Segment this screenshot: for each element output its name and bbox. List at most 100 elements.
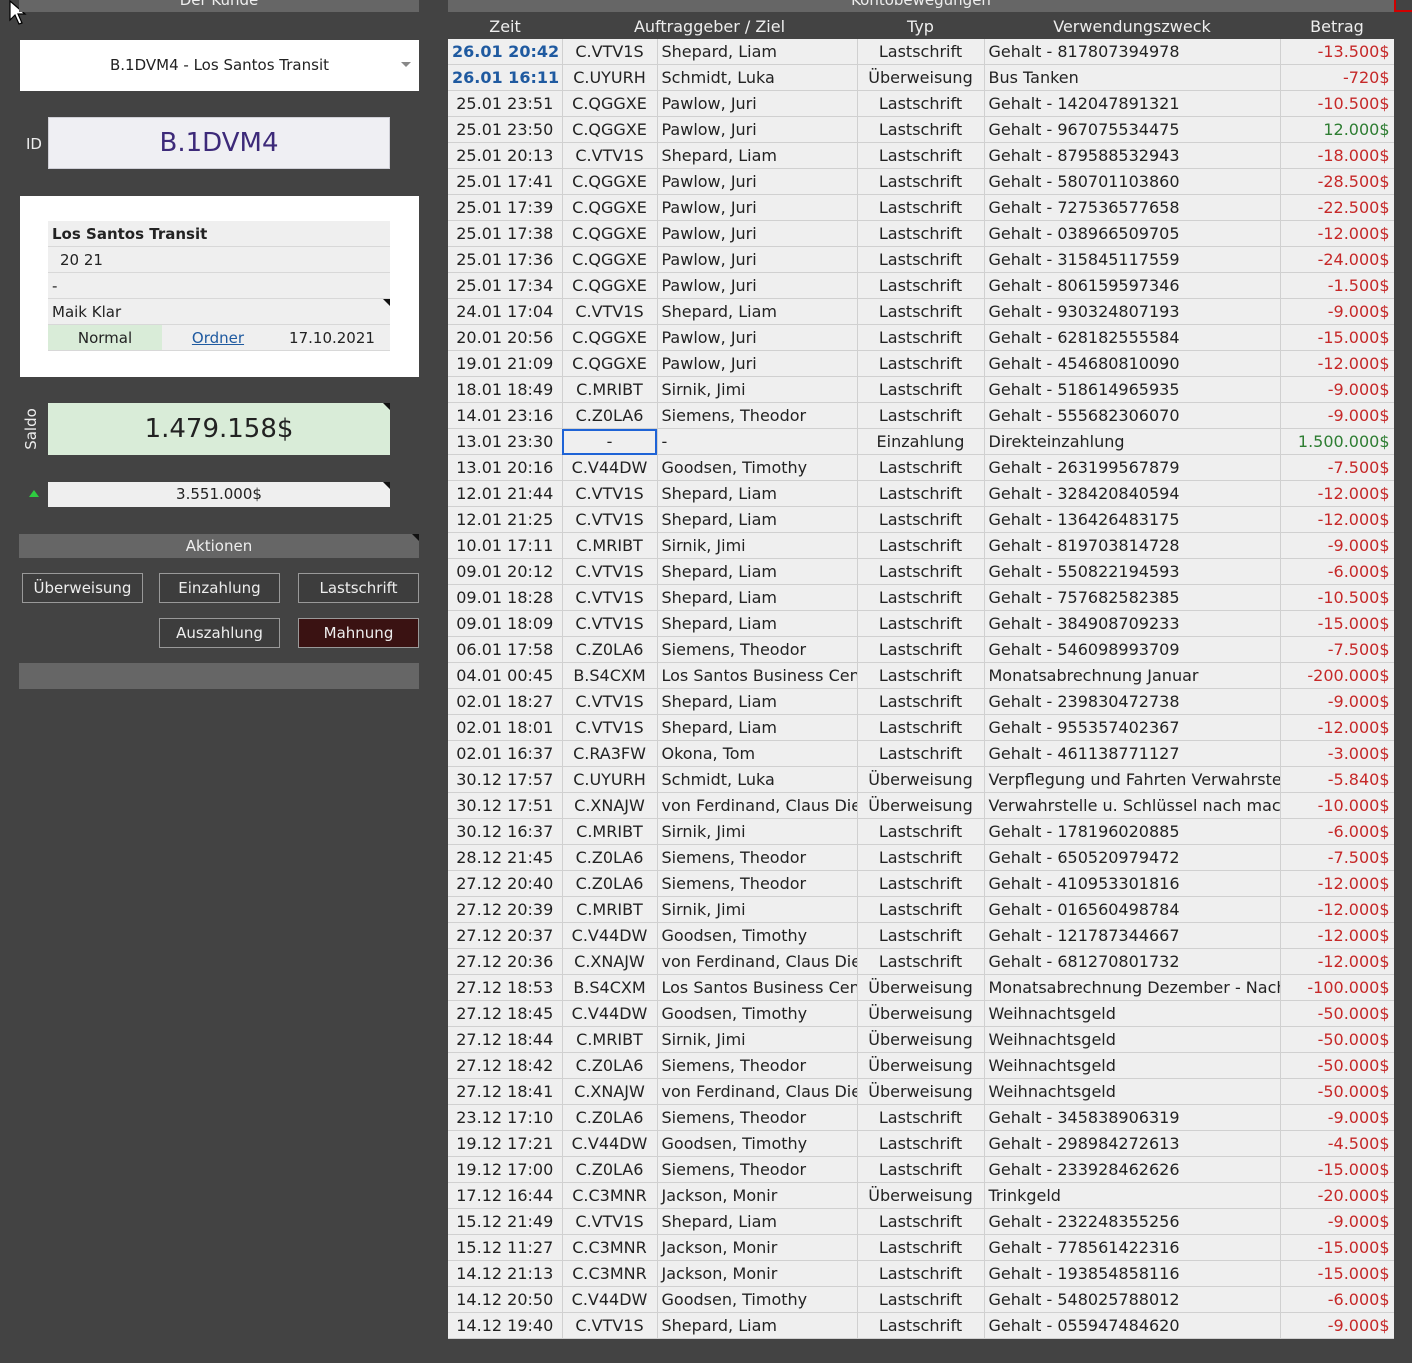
cell-account[interactable]: - xyxy=(562,428,658,455)
cell-account[interactable]: C.VTV1S xyxy=(562,610,658,637)
cell-purpose[interactable]: Gehalt - 193854858116 xyxy=(984,1260,1281,1287)
cell-account[interactable]: C.Z0LA6 xyxy=(562,402,658,429)
cell-amount[interactable]: -9.000$ xyxy=(1280,688,1394,715)
cell-time[interactable]: 30.12 17:57 xyxy=(448,766,563,793)
table-row[interactable]: 02.01 16:37 C.RA3FW Okona, Tom Lastschrift G… xyxy=(448,740,1394,767)
cell-time[interactable]: 14.12 21:13 xyxy=(448,1260,563,1287)
cell-name[interactable]: Goodsen, Timothy xyxy=(657,922,858,949)
cell-account[interactable]: C.VTV1S xyxy=(562,1208,658,1235)
cell-purpose[interactable]: Verpflegung und Fahrten Verwahrstelle xyxy=(984,766,1281,793)
cell-type[interactable]: Lastschrift xyxy=(857,1104,985,1131)
cell-purpose[interactable]: Gehalt - 650520979472 xyxy=(984,844,1281,871)
cell-amount[interactable]: -50.000$ xyxy=(1280,1078,1394,1105)
cell-type[interactable]: Lastschrift xyxy=(857,39,985,65)
cell-account[interactable]: C.QGGXE xyxy=(562,350,658,377)
cell-purpose[interactable]: Gehalt - 298984272613 xyxy=(984,1130,1281,1157)
table-row[interactable]: 27.12 18:45 C.V44DW Goodsen, Timothy Überwe… xyxy=(448,1000,1394,1027)
cell-time[interactable]: 09.01 18:09 xyxy=(448,610,563,637)
cell-purpose[interactable]: Gehalt - 384908709233 xyxy=(984,610,1281,637)
cell-amount[interactable]: -7.500$ xyxy=(1280,844,1394,871)
cell-type[interactable]: Lastschrift xyxy=(857,350,985,377)
table-row[interactable]: 04.01 00:45 B.S4CXM Los Santos Business Ce… xyxy=(448,662,1394,689)
cell-amount[interactable]: -24.000$ xyxy=(1280,246,1394,273)
cell-name[interactable]: Schmidt, Luka xyxy=(657,64,858,91)
cell-purpose[interactable]: Verwahrstelle u. Schlüssel nach macher xyxy=(984,792,1281,819)
cell-name[interactable]: von Ferdinand, Claus Diete xyxy=(657,1078,858,1105)
cell-name[interactable]: Pawlow, Juri xyxy=(657,116,858,143)
cell-name[interactable]: Pawlow, Juri xyxy=(657,168,858,195)
cell-name[interactable]: Okona, Tom xyxy=(657,740,858,767)
einzahlung-button[interactable]: Einzahlung xyxy=(159,573,280,603)
cell-purpose[interactable]: Gehalt - 757682582385 xyxy=(984,584,1281,611)
cell-account[interactable]: C.C3MNR xyxy=(562,1182,658,1209)
cell-time[interactable]: 25.01 17:38 xyxy=(448,220,563,247)
cell-name[interactable]: Shepard, Liam xyxy=(657,298,858,325)
cell-account[interactable]: C.XNAJW xyxy=(562,948,658,975)
cell-account[interactable]: C.QGGXE xyxy=(562,168,658,195)
cell-purpose[interactable]: Gehalt - 016560498784 xyxy=(984,896,1281,923)
table-row[interactable]: 25.01 17:39 C.QGGXE Pawlow, Juri Lastschrif… xyxy=(448,194,1394,221)
cell-time[interactable]: 27.12 18:53 xyxy=(448,974,563,1001)
cell-time[interactable]: 28.12 21:45 xyxy=(448,844,563,871)
table-row[interactable]: 14.12 21:13 C.C3MNR Jackson, Monir Lastschr… xyxy=(448,1260,1394,1287)
cell-type[interactable]: Lastschrift xyxy=(857,870,985,897)
table-row[interactable]: 09.01 20:12 C.VTV1S Shepard, Liam Lastschri… xyxy=(448,558,1394,585)
cell-amount[interactable]: 12.000$ xyxy=(1280,116,1394,143)
cell-account[interactable]: C.UYURH xyxy=(562,64,658,91)
cell-type[interactable]: Lastschrift xyxy=(857,558,985,585)
cell-account[interactable]: C.QGGXE xyxy=(562,194,658,221)
table-row[interactable]: 09.01 18:28 C.VTV1S Shepard, Liam Lastschri… xyxy=(448,584,1394,611)
cell-purpose[interactable]: Gehalt - 055947484620 xyxy=(984,1312,1281,1339)
cell-purpose[interactable]: Gehalt - 142047891321 xyxy=(984,90,1281,117)
cell-type[interactable]: Lastschrift xyxy=(857,324,985,351)
table-row[interactable]: 14.01 23:16 C.Z0LA6 Siemens, Theodor Lastsc… xyxy=(448,402,1394,429)
cell-name[interactable]: Sirnik, Jimi xyxy=(657,532,858,559)
cell-amount[interactable]: -12.000$ xyxy=(1280,922,1394,949)
cell-time[interactable]: 27.12 18:41 xyxy=(448,1078,563,1105)
cell-time[interactable]: 14.12 19:40 xyxy=(448,1312,563,1339)
cell-name[interactable]: Sirnik, Jimi xyxy=(657,1026,858,1053)
cell-time[interactable]: 30.12 17:51 xyxy=(448,792,563,819)
customer-select[interactable]: B.1DVM4 - Los Santos Transit xyxy=(20,40,419,91)
cell-type[interactable]: Lastschrift xyxy=(857,142,985,169)
cell-name[interactable]: Goodsen, Timothy xyxy=(657,454,858,481)
cell-account[interactable]: C.V44DW xyxy=(562,1000,658,1027)
cell-amount[interactable]: 1.500.000$ xyxy=(1280,428,1394,455)
cell-type[interactable]: Lastschrift xyxy=(857,688,985,715)
column-header-auftraggeber[interactable]: Auftraggeber / Ziel xyxy=(562,13,857,39)
cell-type[interactable]: Lastschrift xyxy=(857,922,985,949)
cell-type[interactable]: Lastschrift xyxy=(857,506,985,533)
table-row[interactable]: 13.01 23:30- - Einzahlung Direkteinzahlung 1… xyxy=(448,428,1394,455)
cell-purpose[interactable]: Gehalt - 328420840594 xyxy=(984,480,1281,507)
cell-time[interactable]: 06.01 17:58 xyxy=(448,636,563,663)
cell-amount[interactable]: -20.000$ xyxy=(1280,1182,1394,1209)
cell-purpose[interactable]: Monatsabrechnung Januar xyxy=(984,662,1281,689)
cell-purpose[interactable]: Gehalt - 518614965935 xyxy=(984,376,1281,403)
cell-type[interactable]: Lastschrift xyxy=(857,454,985,481)
cell-account[interactable]: C.MRIBT xyxy=(562,896,658,923)
cell-amount[interactable]: -4.500$ xyxy=(1280,1130,1394,1157)
cell-time[interactable]: 20.01 20:56 xyxy=(448,324,563,351)
cell-purpose[interactable]: Gehalt - 136426483175 xyxy=(984,506,1281,533)
table-row[interactable]: 27.12 18:42 C.Z0LA6 Siemens, Theodor Überwe… xyxy=(448,1052,1394,1079)
cell-amount[interactable]: -50.000$ xyxy=(1280,1026,1394,1053)
cell-purpose[interactable]: Gehalt - 546098993709 xyxy=(984,636,1281,663)
cell-amount[interactable]: -13.500$ xyxy=(1280,39,1394,65)
cell-type[interactable]: Überweisung xyxy=(857,1052,985,1079)
table-row[interactable]: 25.01 20:13 C.VTV1S Shepard, Liam Lastschri… xyxy=(448,142,1394,169)
cell-amount[interactable]: -12.000$ xyxy=(1280,714,1394,741)
cell-account[interactable]: C.V44DW xyxy=(562,1286,658,1313)
lastschrift-button[interactable]: Lastschrift xyxy=(298,573,419,603)
cell-name[interactable]: Siemens, Theodor xyxy=(657,870,858,897)
ueberweisung-button[interactable]: Überweisung xyxy=(22,573,143,603)
cell-account[interactable]: C.VTV1S xyxy=(562,1312,658,1339)
cell-account[interactable]: C.QGGXE xyxy=(562,272,658,299)
table-row[interactable]: 13.01 20:16 C.V44DW Goodsen, Timothy Lastsc… xyxy=(448,454,1394,481)
cell-amount[interactable]: -9.000$ xyxy=(1280,376,1394,403)
column-header-betrag[interactable]: Betrag xyxy=(1280,13,1394,39)
cell-name[interactable]: Pawlow, Juri xyxy=(657,90,858,117)
cell-amount[interactable]: -22.500$ xyxy=(1280,194,1394,221)
cell-amount[interactable]: -100.000$ xyxy=(1280,974,1394,1001)
cell-purpose[interactable]: Gehalt - 681270801732 xyxy=(984,948,1281,975)
table-row[interactable]: 25.01 23:50 C.QGGXE Pawlow, Juri Lastschrif… xyxy=(448,116,1394,143)
